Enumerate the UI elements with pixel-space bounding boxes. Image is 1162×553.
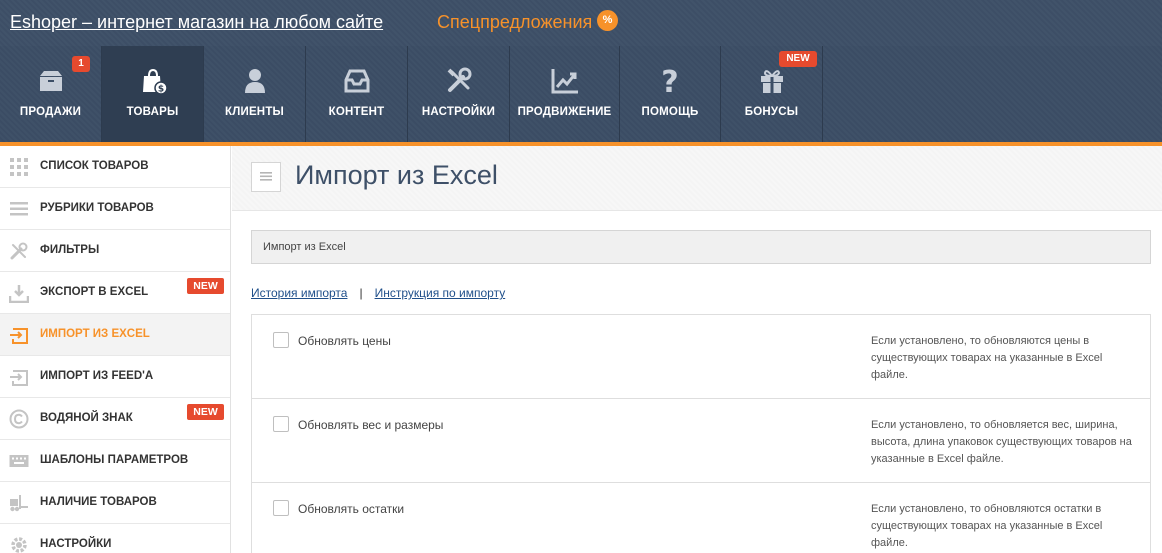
option-row: Обновлять вес и размеры Если установлено… (252, 399, 1150, 483)
page-menu-button[interactable] (251, 162, 281, 192)
option-description: Если установлено, то обновляются остатки… (871, 503, 1103, 549)
import-icon (10, 328, 28, 344)
sidebar-item-label: ФИЛЬТРЫ (40, 244, 100, 256)
top-bar: Eshoper – интернет магазин на любом сайт… (0, 0, 1162, 46)
download-icon (9, 285, 29, 303)
nav-label: ПРОДВИЖЕНИЕ (517, 106, 612, 118)
sales-count-badge: 1 (72, 56, 90, 72)
user-icon (244, 69, 265, 93)
page-title: Импорт из Excel (295, 160, 498, 190)
import-history-link[interactable]: История импорта (251, 286, 347, 300)
box-icon (39, 71, 62, 91)
sidebar-item-import-feed[interactable]: ИМПОРТ ИЗ FEED'A (0, 356, 230, 398)
nav-item-sales[interactable]: 1 ПРОДАЖИ (0, 46, 102, 142)
sidebar-item-export-excel[interactable]: ЭКСПОРТ В EXCEL NEW (0, 272, 230, 314)
inbox-icon (344, 69, 369, 93)
sidebar-item-label: ВОДЯНОЙ ЗНАК (40, 412, 133, 424)
import-feed-icon (10, 370, 28, 386)
update-weight-checkbox[interactable] (273, 416, 289, 432)
sidebar-item-categories[interactable]: РУБРИКИ ТОВАРОВ (0, 188, 230, 230)
nav-label: ПОМОЩЬ (641, 106, 699, 118)
sidebar-item-watermark[interactable]: ВОДЯНОЙ ЗНАК NEW (0, 398, 230, 440)
nav-label: КОНТЕНТ (328, 106, 385, 118)
sidebar-item-label: ИМПОРТ ИЗ EXCEL (40, 328, 150, 340)
sidebar-item-label: НАСТРОЙКИ (40, 538, 112, 550)
sidebar-item-label: СПИСОК ТОВАРОВ (40, 160, 149, 172)
gift-icon (760, 70, 783, 93)
nav-label: ПРОДАЖИ (19, 106, 82, 118)
keyboard-icon (9, 455, 29, 467)
sidebar-item-label: ИМПОРТ ИЗ FEED'A (40, 370, 154, 382)
tools-icon (10, 242, 28, 260)
specials-link[interactable]: Спецпредложения (437, 12, 592, 33)
list-icon (10, 202, 28, 216)
svg-text:?: ? (661, 66, 678, 96)
option-row: Обновлять цены Если установлено, то обно… (252, 315, 1150, 399)
breadcrumb: Импорт из Excel (251, 230, 1151, 264)
option-description: Если установлено, то обновляется вес, ши… (871, 419, 1132, 465)
sidebar-item-label: ШАБЛОНЫ ПАРАМЕТРОВ (40, 454, 189, 466)
import-instructions-link[interactable]: Инструкция по импорту (375, 286, 506, 300)
option-row: Обновлять остатки Если установлено, то о… (252, 483, 1150, 553)
grid-icon (10, 158, 28, 176)
shopping-bag-icon: $ (142, 68, 168, 95)
sidebar-item-label: НАЛИЧИЕ ТОВАРОВ (40, 496, 157, 508)
sidebar-item-availability[interactable]: НАЛИЧИЕ ТОВАРОВ (0, 482, 230, 524)
new-badge: NEW (187, 278, 224, 294)
option-label: Обновлять цены (298, 334, 391, 348)
main-content: Импорт из Excel Импорт из Excel История … (232, 146, 1162, 553)
nav-label: БОНУСЫ (744, 106, 799, 118)
tools-icon (447, 67, 471, 92)
option-label: Обновлять остатки (298, 502, 405, 516)
sidebar: СПИСОК ТОВАРОВ РУБРИКИ ТОВАРОВ ФИЛЬТРЫ Э… (0, 146, 231, 553)
update-stock-checkbox[interactable] (273, 500, 289, 516)
main-nav: 1 ПРОДАЖИ $ ТОВАРЫ КЛИЕНТЫ КОНТЕНТ НАСТР… (0, 46, 1162, 142)
nav-item-clients[interactable]: КЛИЕНТЫ (204, 46, 306, 142)
sidebar-item-filters[interactable]: ФИЛЬТРЫ (0, 230, 230, 272)
import-options: Обновлять цены Если установлено, то обно… (251, 314, 1151, 553)
page-links: История импорта | Инструкция по импорту (251, 286, 505, 300)
nav-item-bonuses[interactable]: NEW БОНУСЫ (721, 46, 823, 142)
link-separator: | (359, 286, 363, 300)
new-badge: NEW (187, 404, 224, 420)
sidebar-item-import-excel[interactable]: ИМПОРТ ИЗ EXCEL (0, 314, 230, 356)
nav-item-settings[interactable]: НАСТРОЙКИ (408, 46, 510, 142)
new-badge: NEW (779, 51, 817, 67)
option-label: Обновлять вес и размеры (298, 418, 444, 432)
list-icon (260, 172, 272, 181)
nav-label: НАСТРОЙКИ (421, 106, 496, 118)
chart-icon (551, 69, 578, 94)
sidebar-item-label: ЭКСПОРТ В EXCEL (40, 286, 149, 298)
nav-item-products[interactable]: $ ТОВАРЫ (102, 46, 204, 142)
option-description: Если установлено, то обновляются цены в … (871, 335, 1103, 381)
nav-item-content[interactable]: КОНТЕНТ (306, 46, 408, 142)
nav-label: КЛИЕНТЫ (224, 106, 284, 118)
page-header: Импорт из Excel (232, 146, 1162, 211)
nav-label: ТОВАРЫ (126, 106, 179, 118)
gear-icon (11, 537, 27, 553)
update-prices-checkbox[interactable] (273, 332, 289, 348)
sidebar-item-product-list[interactable]: СПИСОК ТОВАРОВ (0, 146, 230, 188)
question-icon: ? (661, 66, 678, 96)
copyright-icon (9, 409, 29, 429)
percent-badge-icon: % (597, 10, 618, 31)
sidebar-item-settings[interactable]: НАСТРОЙКИ (0, 524, 230, 553)
sidebar-item-label: РУБРИКИ ТОВАРОВ (40, 202, 154, 214)
nav-item-help[interactable]: ? ПОМОЩЬ (620, 46, 721, 142)
sidebar-item-param-templates[interactable]: ШАБЛОНЫ ПАРАМЕТРОВ (0, 440, 230, 482)
nav-item-promotion[interactable]: ПРОДВИЖЕНИЕ (510, 46, 620, 142)
svg-text:$: $ (157, 85, 163, 95)
brand-link[interactable]: Eshoper – интернет магазин на любом сайт… (10, 12, 383, 33)
forklift-icon (10, 495, 28, 512)
